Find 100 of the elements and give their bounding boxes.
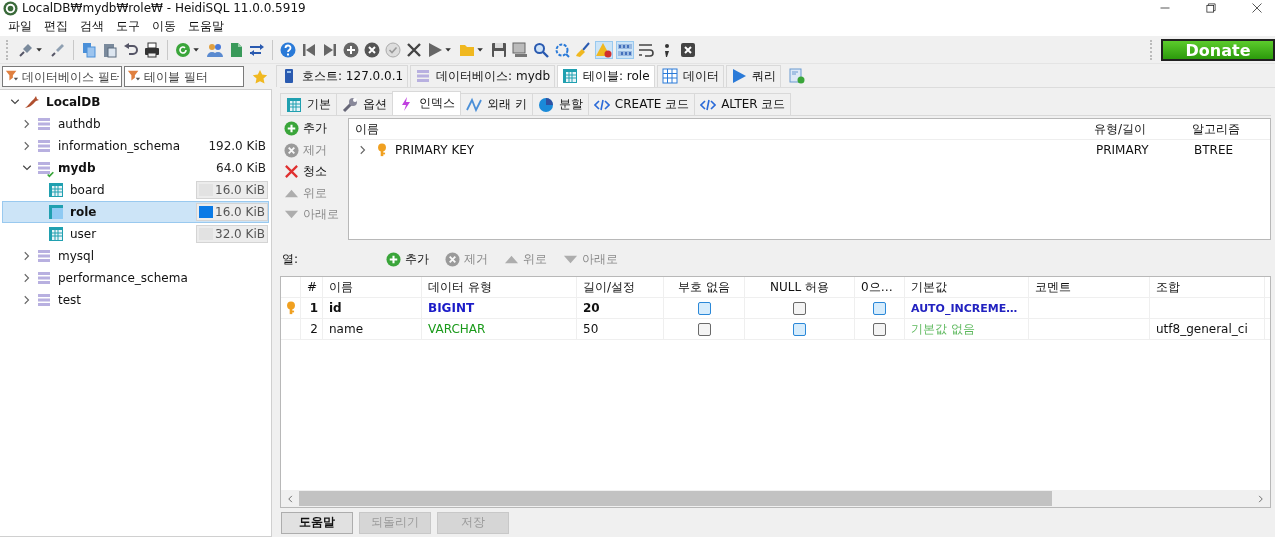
cross-icon[interactable]	[284, 164, 299, 180]
tree-label[interactable]: role	[70, 205, 97, 219]
pie-icon[interactable]	[537, 96, 554, 113]
checkbox[interactable]	[873, 322, 886, 336]
play-icon[interactable]	[426, 40, 444, 59]
table-icon[interactable]	[562, 68, 578, 84]
binary-icon[interactable]	[616, 40, 634, 59]
search-icon[interactable]	[532, 40, 550, 59]
tab[interactable]: 쿼리	[725, 64, 781, 87]
toolbar-button[interactable]: 추가	[382, 248, 433, 270]
menu-item[interactable]: 편집	[44, 17, 68, 35]
column-header[interactable]: 이름	[349, 120, 1088, 138]
row-number: 1	[301, 298, 323, 318]
document-plus-icon[interactable]	[788, 67, 805, 84]
column-header[interactable]: 부호 없음	[664, 277, 745, 297]
menu-item[interactable]: 검색	[80, 17, 104, 35]
size-label: 16.0 KiB	[213, 205, 267, 219]
tab[interactable]: 기본	[280, 93, 337, 115]
table-icon	[48, 226, 64, 242]
toolbar-button[interactable]: 청소	[280, 161, 348, 183]
tree-label[interactable]: board	[70, 183, 105, 197]
tab[interactable]: 옵션	[336, 93, 393, 115]
copy-icon[interactable]	[80, 40, 98, 59]
column-header[interactable]: 이름	[323, 277, 422, 297]
warning-icon[interactable]	[595, 40, 613, 59]
close-icon[interactable]	[405, 40, 423, 59]
column-header[interactable]: 길이/설정	[577, 277, 664, 297]
table-icon[interactable]	[286, 96, 302, 113]
table-cell-text: PRIMARY	[1095, 143, 1150, 157]
printer-icon[interactable]	[143, 40, 161, 59]
scrollbar[interactable]	[281, 490, 1270, 507]
column-header[interactable]: 유형/길이	[1088, 120, 1186, 138]
play-icon[interactable]	[730, 68, 747, 84]
scroll-thumb[interactable]	[299, 491, 1052, 506]
table-cell: VARCHAR	[422, 319, 577, 339]
maximize-icon[interactable]	[1205, 2, 1217, 14]
menu-item[interactable]: 파일	[8, 17, 32, 35]
row-number: 2	[301, 319, 323, 339]
key-icon	[375, 143, 389, 157]
chevron-right-icon[interactable]	[1256, 493, 1266, 504]
column-header[interactable]: 조합	[1150, 277, 1265, 297]
plus-icon[interactable]	[386, 251, 401, 267]
floppy-icon[interactable]	[490, 40, 508, 59]
tab[interactable]: 데이터베이스: mydb	[410, 64, 555, 87]
tree-label[interactable]: user	[70, 227, 97, 241]
toolbar-button[interactable]: 추가	[280, 118, 348, 140]
menu-item[interactable]: 도움말	[188, 17, 224, 35]
refresh-icon[interactable]	[174, 40, 192, 59]
tab[interactable]: 인덱스	[392, 91, 461, 115]
section-label: 열:	[281, 250, 300, 268]
size-label: 16.0 KiB	[213, 183, 267, 197]
table-cell: utf8_general_ci	[1150, 319, 1265, 339]
monitor-icon[interactable]	[511, 40, 529, 59]
tab[interactable]: 외래 키	[460, 93, 533, 115]
close-icon[interactable]	[1251, 2, 1263, 14]
column-header[interactable]: 데이터 유형	[422, 277, 577, 297]
menu-item[interactable]: 이동	[152, 17, 176, 35]
star-icon[interactable]	[252, 68, 268, 85]
tree-row[interactable]: role 16.0 KiB	[2, 201, 269, 223]
table-icon	[48, 182, 64, 198]
wrench-icon[interactable]	[342, 96, 358, 113]
checkbox[interactable]	[697, 322, 711, 336]
chevron-left-icon[interactable]	[285, 493, 295, 504]
broom-icon[interactable]	[574, 40, 592, 59]
size-label: 64.0 KiB	[216, 161, 267, 175]
column-header[interactable]: 기본값	[905, 277, 1029, 297]
plus-icon[interactable]	[284, 121, 299, 137]
column-header[interactable]: 0으…	[855, 277, 905, 297]
plus-icon[interactable]	[342, 40, 360, 59]
tree-label[interactable]: test	[58, 293, 82, 307]
tab[interactable]: ALTER 코드	[694, 93, 792, 115]
checkbox[interactable]	[793, 322, 806, 336]
filter-field[interactable]: 테이블 필터	[124, 66, 244, 87]
tree-label[interactable]: mysql	[58, 249, 94, 263]
button[interactable]: 도움말	[281, 511, 353, 534]
checkbox[interactable]	[873, 301, 886, 315]
table-icon	[48, 204, 64, 220]
tree-label[interactable]: authdb	[58, 117, 101, 131]
column-header[interactable]: 코멘트	[1029, 277, 1150, 297]
tab[interactable]: 데이터	[656, 64, 724, 87]
table-cell: 50	[577, 319, 664, 339]
tree-label[interactable]: mydb	[58, 161, 96, 175]
grid-icon[interactable]	[661, 68, 678, 84]
tree-label[interactable]: LocalDB	[46, 95, 101, 109]
tab[interactable]: 테이블: role	[557, 64, 655, 87]
column-header[interactable]: NULL 허용	[745, 277, 855, 297]
tree-label[interactable]: information_schema	[58, 139, 181, 153]
tree-label[interactable]: performance_schema	[58, 271, 188, 285]
column-header[interactable]: #	[301, 277, 323, 297]
filter-icon	[5, 69, 19, 83]
close-icon[interactable]	[363, 40, 381, 59]
close-icon[interactable]	[679, 40, 697, 59]
table-cell: 기본값 없음	[905, 319, 1029, 339]
column-header[interactable]: 알고리즘	[1186, 120, 1270, 138]
checkbox[interactable]	[793, 301, 806, 315]
help-icon[interactable]	[279, 40, 297, 59]
tab[interactable]: 호스트: 127.0.0.1	[276, 64, 409, 87]
menu-item[interactable]: 도구	[116, 17, 140, 35]
checkbox[interactable]	[697, 301, 711, 315]
tab[interactable]: 분할	[531, 93, 589, 115]
